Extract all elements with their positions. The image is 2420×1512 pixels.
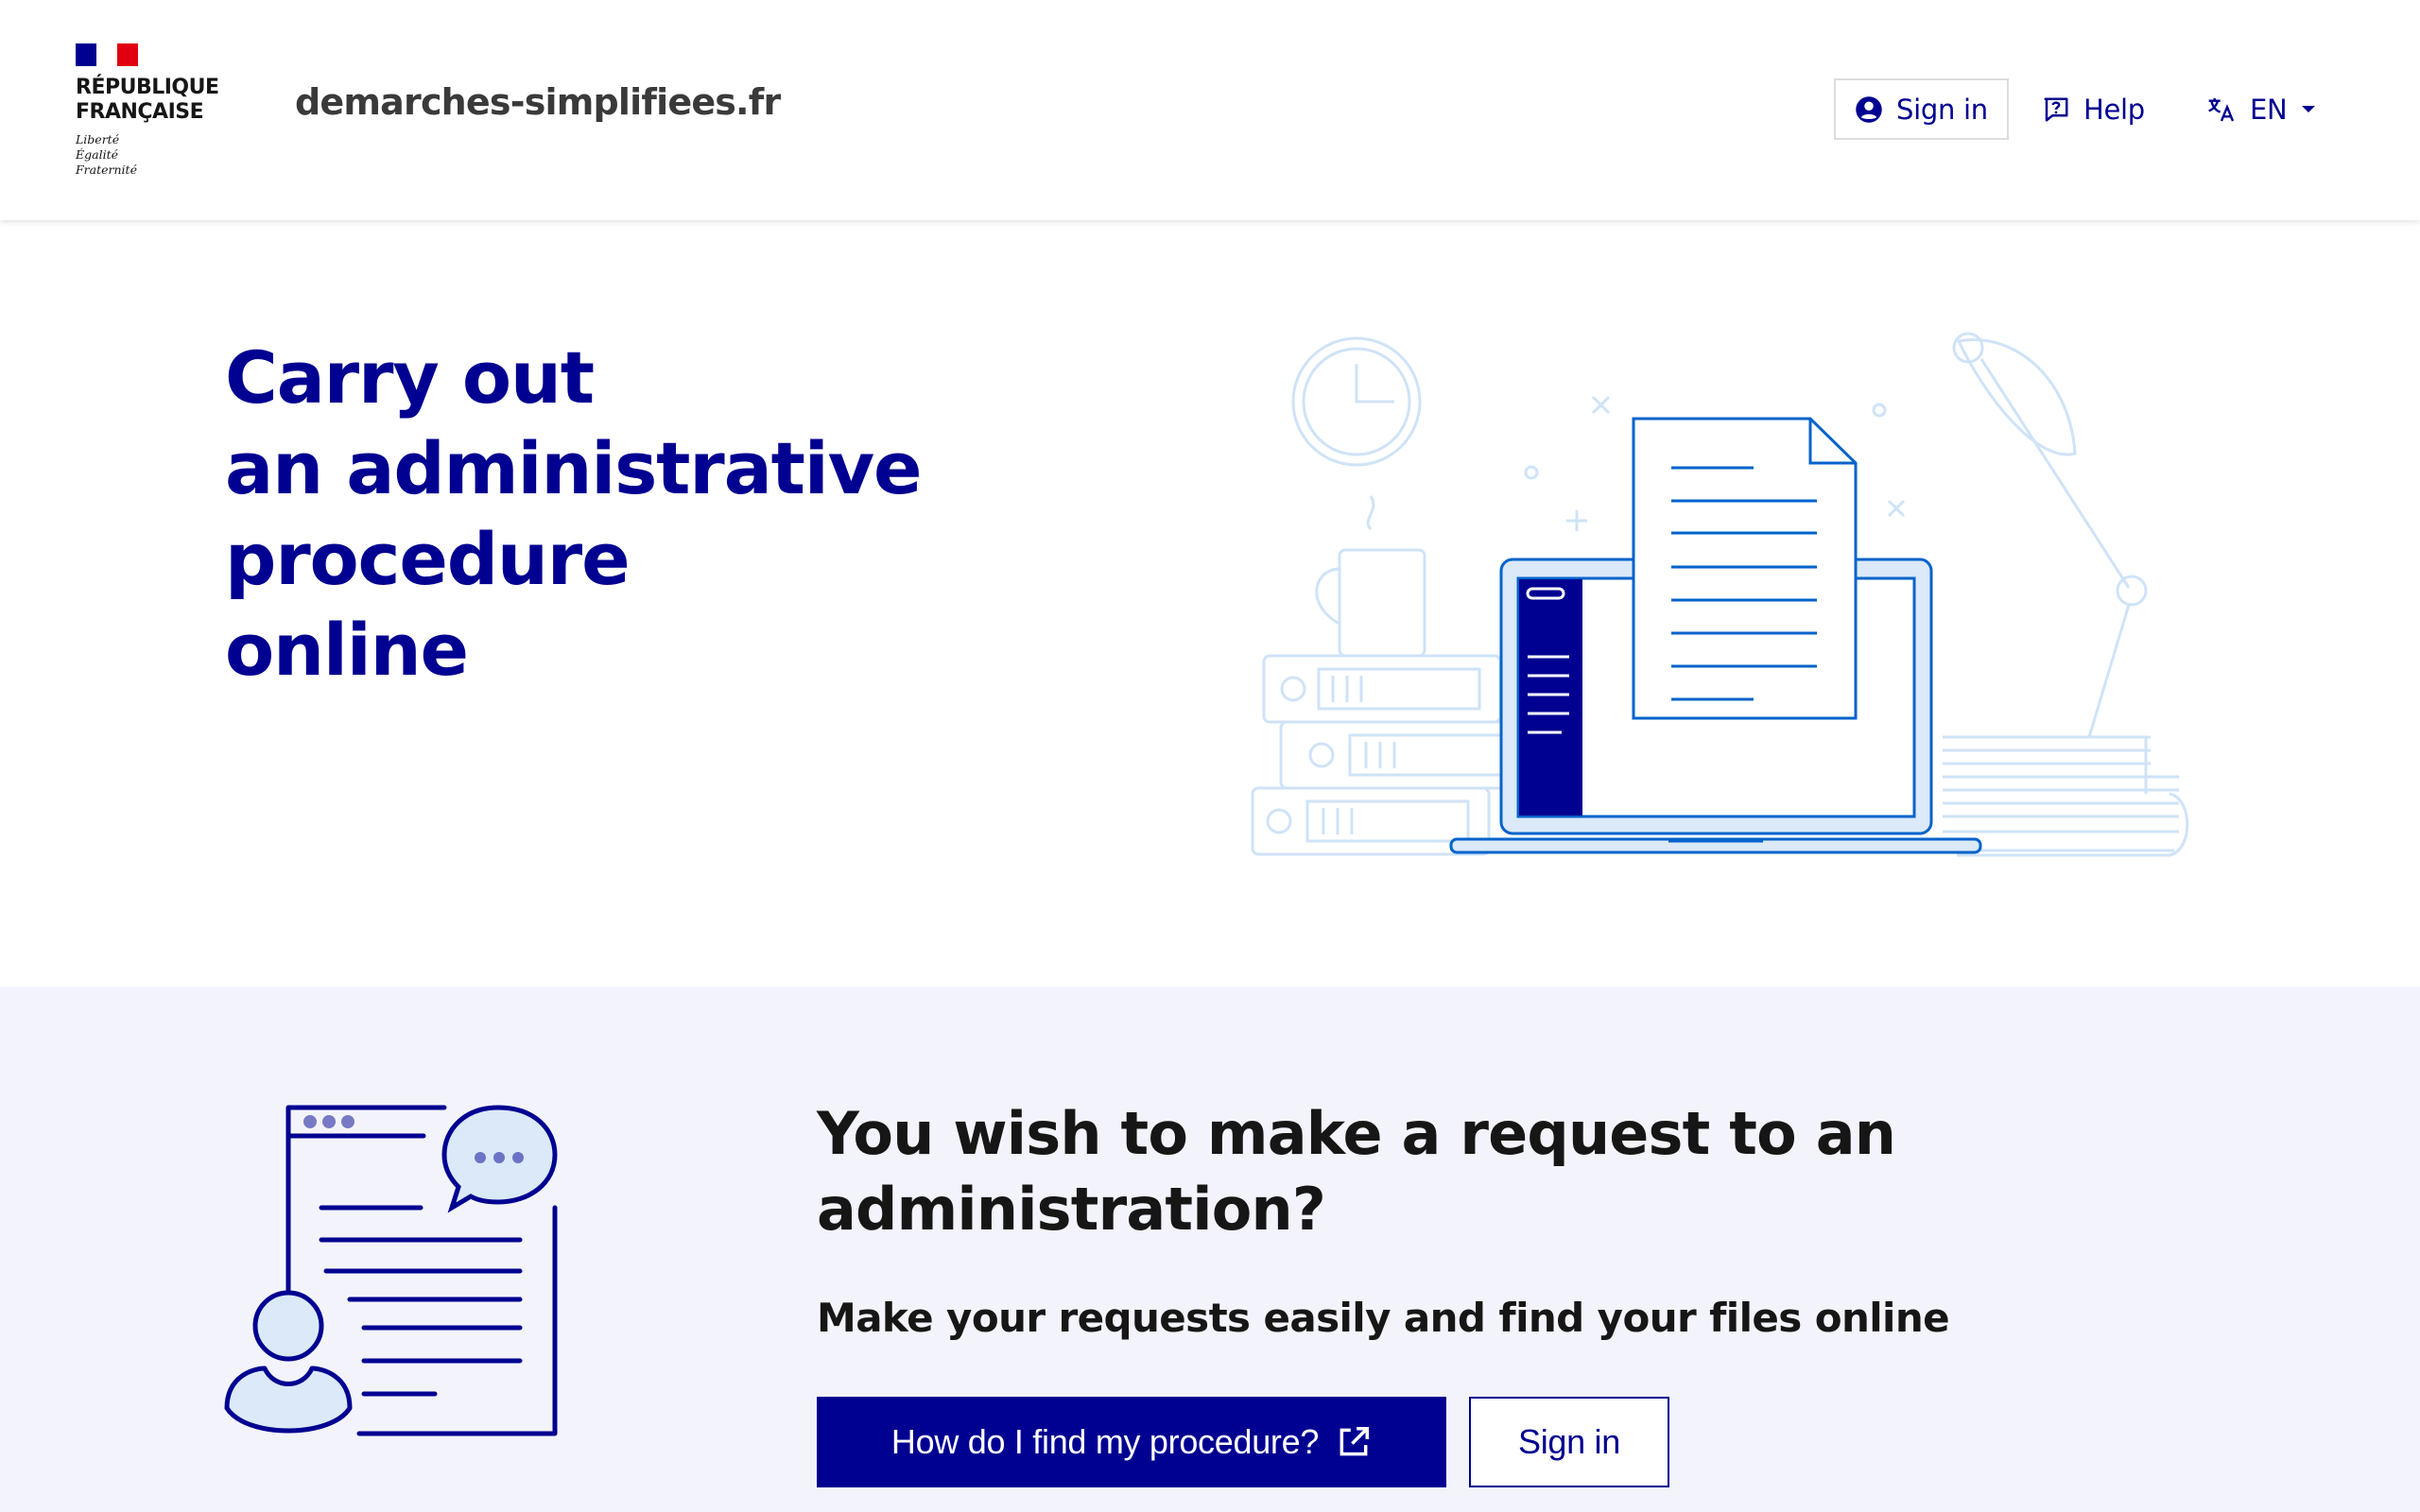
request-section-title: You wish to make a request to an adminis… [817,1099,1896,1244]
header-help-link[interactable]: Help [2042,78,2145,140]
hero-title: Carry out an administrative procedure on… [225,333,1076,696]
hero-title-line-2: an administrative [225,426,923,510]
motto-liberte: Liberté [76,132,120,146]
motto-fraternite: Fraternité [76,163,137,177]
language-label: EN [2250,93,2288,126]
request-section-subtitle: Make your requests easily and find your … [817,1295,1950,1341]
hero-laptop-illustration [1251,332,2189,857]
translate-icon [2208,97,2235,121]
motto-egalite: Égalité [76,147,118,162]
hero-title-line-3: procedure [225,517,631,601]
language-selector[interactable]: EN [2206,78,2317,140]
hero-title-line-1: Carry out [225,335,595,420]
external-link-icon [1340,1427,1370,1456]
hero-title-line-4: online [225,608,469,692]
republic-motto: Liberté Égalité Fraternité [76,132,227,178]
section-sign-in-button[interactable]: Sign in [1469,1397,1669,1487]
header-sign-in-button[interactable]: Sign in [1834,78,2009,140]
find-procedure-button[interactable]: How do I find my procedure? [817,1397,1446,1487]
logo-text-line-1: RÉPUBLIQUE [76,76,219,99]
french-flag-icon [76,43,138,66]
chevron-down-icon [2302,105,2316,112]
republique-francaise-logo[interactable]: RÉPUBLIQUE FRANÇAISE Liberté Égalité Fra… [76,43,227,178]
help-label: Help [2083,93,2145,126]
user-request-illustration [224,1105,558,1436]
help-question-icon [2044,97,2068,121]
sign-in-label: Sign in [1896,93,1988,126]
logo-text-line-2: FRANÇAISE [76,100,204,124]
find-procedure-label: How do I find my procedure? [890,1422,1320,1461]
site-header: RÉPUBLIQUE FRANÇAISE Liberté Égalité Fra… [0,0,2420,220]
user-circle-icon [1856,95,1882,123]
site-name-link[interactable]: demarches-simplifiees.fr [295,81,781,123]
